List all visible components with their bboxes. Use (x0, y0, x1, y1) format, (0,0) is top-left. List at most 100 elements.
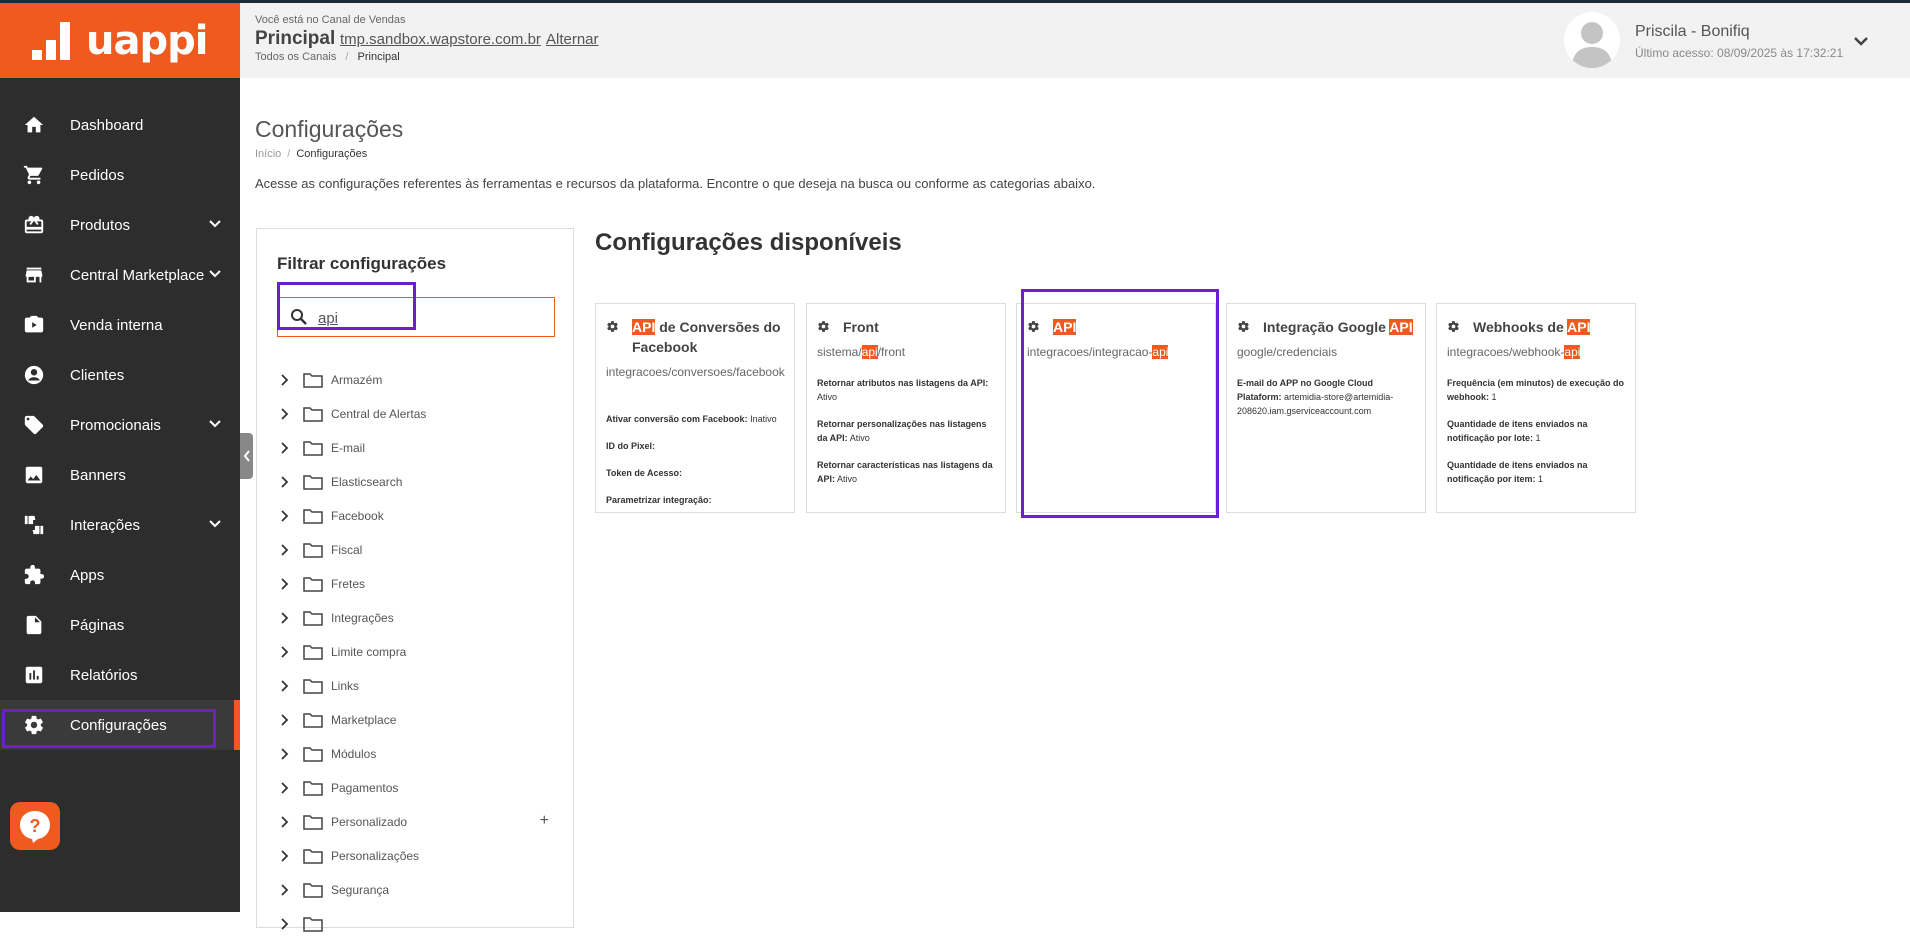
card-path-pre: google/credenciais (1237, 345, 1338, 359)
sidebar-item-label: Pedidos (70, 166, 125, 184)
sidebar-item-label: Interações (70, 516, 141, 534)
config-card[interactable]: Front sistema/api/front Retornar atributos… (806, 303, 1006, 513)
sidebar-collapse-button[interactable] (240, 433, 253, 479)
tree-item[interactable]: Armazém (277, 363, 567, 397)
page-breadcrumb: Início / Configurações (255, 148, 367, 160)
sidebar-item-label: Banners (70, 466, 126, 484)
page-icon (22, 613, 46, 637)
chevron-right-icon[interactable] (277, 578, 293, 590)
card-title-match: API (1567, 319, 1591, 335)
sidebar-item-label: Apps (70, 566, 105, 584)
tree-item[interactable]: Fretes (277, 567, 567, 601)
folder-icon (303, 508, 323, 524)
store-icon (22, 263, 46, 287)
tree-item-label: Marketplace (331, 713, 397, 727)
chevron-left-icon (243, 450, 250, 462)
sidebar-item-clientes[interactable]: Clientes (0, 350, 240, 400)
sidebar-item-intera-es[interactable]: Interações (0, 500, 240, 550)
tree-item[interactable]: Personalizado + (277, 805, 567, 839)
chevron-right-icon[interactable] (277, 714, 293, 726)
chevron-right-icon[interactable] (277, 612, 293, 624)
folder-icon (303, 406, 323, 422)
sidebar-item-relat-rios[interactable]: Relatórios (0, 650, 240, 700)
sidebar-item-venda-interna[interactable]: Venda interna (0, 300, 240, 350)
card-title-pre: Webhooks de (1473, 319, 1568, 335)
sidebar-item-label: Produtos (70, 216, 131, 234)
sidebar-item-dashboard[interactable]: Dashboard (0, 100, 240, 150)
chevron-right-icon[interactable] (277, 884, 293, 896)
tree-item[interactable]: Fiscal (277, 533, 567, 567)
folder-icon (303, 916, 323, 932)
sidebar-item-apps[interactable]: Apps (0, 550, 240, 600)
help-button[interactable]: ? (10, 802, 60, 850)
user-menu-chevron-icon[interactable] (1853, 33, 1869, 51)
folder-icon (303, 542, 323, 558)
tree-item[interactable] (277, 907, 567, 941)
tree-item[interactable]: Marketplace (277, 703, 567, 737)
logo-text: uappi (86, 17, 208, 64)
sidebar-item-label: Páginas (70, 616, 125, 634)
breadcrumb-root[interactable]: Todos os Canais (255, 51, 336, 63)
config-card[interactable]: API de Conversões do Facebook integracoes… (595, 303, 795, 513)
sidebar-item-p-ginas[interactable]: Páginas (0, 600, 240, 650)
tree-item[interactable]: Facebook (277, 499, 567, 533)
chevron-right-icon[interactable] (277, 782, 293, 794)
config-card[interactable]: Integração Google API google/credenciais E… (1226, 303, 1426, 513)
chart-icon (22, 663, 46, 687)
chevron-down-icon (208, 417, 222, 435)
tree-item[interactable]: Limite compra (277, 635, 567, 669)
chevron-right-icon[interactable] (277, 646, 293, 658)
crumb-home[interactable]: Início (255, 148, 281, 160)
card-properties: Ativar conversão com Facebook: Inativo ID… (606, 412, 788, 512)
chevron-right-icon[interactable] (277, 476, 293, 488)
gear-icon (1447, 317, 1461, 338)
sidebar-item-pedidos[interactable]: Pedidos (0, 150, 240, 200)
person-icon (22, 363, 46, 387)
config-card[interactable]: Webhooks de API integracoes/webhook-api Fr… (1436, 303, 1636, 513)
logo[interactable]: uappi (0, 3, 240, 78)
chevron-right-icon[interactable] (277, 408, 293, 420)
tree-item-label: Central de Alertas (331, 407, 427, 421)
folder-icon (303, 610, 323, 626)
tree-item-label: Elasticsearch (331, 475, 403, 489)
card-title-match: API (632, 319, 656, 335)
chevron-right-icon[interactable] (277, 680, 293, 692)
sidebar-item-promocionais[interactable]: Promocionais (0, 400, 240, 450)
folder-icon (303, 440, 323, 456)
tree-item[interactable]: E-mail (277, 431, 567, 465)
store-url-link[interactable]: tmp.sandbox.wapstore.com.br (340, 31, 541, 48)
sidebar-item-label: Dashboard (70, 116, 144, 134)
tree-item[interactable]: Personalizações (277, 839, 567, 873)
chevron-right-icon[interactable] (277, 850, 293, 862)
tree-item[interactable]: Elasticsearch (277, 465, 567, 499)
chevron-right-icon[interactable] (277, 510, 293, 522)
sidebar-item-central-marketplace[interactable]: Central Marketplace (0, 250, 240, 300)
card-property-value: Ativo (849, 433, 870, 443)
sidebar-item-banners[interactable]: Banners (0, 450, 240, 500)
chevron-right-icon[interactable] (277, 544, 293, 556)
card-path-pre: integracoes/conversoes/facebook (606, 365, 785, 379)
tree-item[interactable]: Integrações (277, 601, 567, 635)
add-button[interactable]: + (540, 812, 549, 830)
chevron-right-icon[interactable] (277, 374, 293, 386)
card-property: Ativar conversão com Facebook: Inativo (606, 412, 788, 426)
category-tree: Armazém Central de Alertas E-mail Elasticse… (277, 363, 567, 941)
chevron-right-icon[interactable] (277, 918, 293, 930)
tree-item[interactable]: Links (277, 669, 567, 703)
cart-icon (22, 163, 46, 187)
chevron-right-icon[interactable] (277, 748, 293, 760)
sidebar-item-produtos[interactable]: Produtos (0, 200, 240, 250)
card-property-value: Ativo (817, 392, 838, 402)
tree-item-label: Limite compra (331, 645, 407, 659)
tree-item[interactable]: Pagamentos (277, 771, 567, 805)
tree-item[interactable]: Central de Alertas (277, 397, 567, 431)
tree-item[interactable]: Segurança (277, 873, 567, 907)
tree-item[interactable]: Módulos (277, 737, 567, 771)
card-path: integracoes/webhook-api (1447, 344, 1629, 361)
chevron-right-icon[interactable] (277, 816, 293, 828)
help-icon: ? (20, 811, 50, 843)
card-property-label: Ativar conversão com Facebook: (606, 414, 748, 424)
avatar[interactable] (1564, 12, 1620, 68)
switch-channel-link[interactable]: Alternar (546, 31, 599, 48)
chevron-right-icon[interactable] (277, 442, 293, 454)
